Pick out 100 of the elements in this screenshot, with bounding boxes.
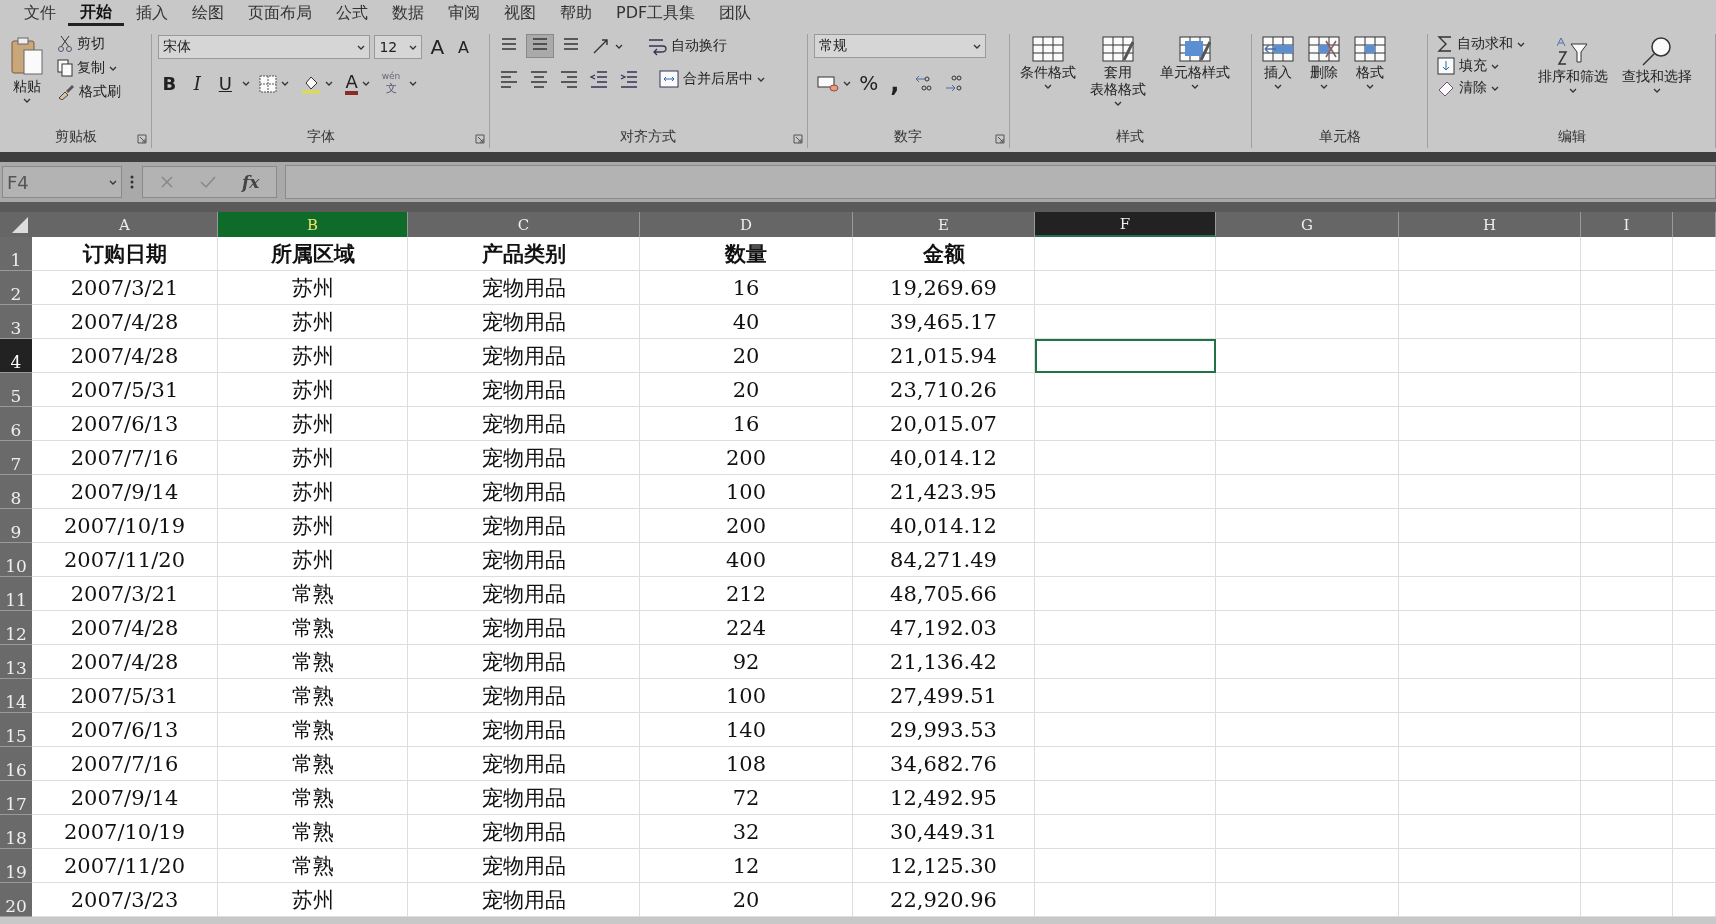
empty-cell[interactable] xyxy=(1673,271,1716,305)
empty-cell[interactable] xyxy=(1673,679,1716,713)
empty-cell[interactable] xyxy=(1673,407,1716,441)
empty-cell[interactable] xyxy=(1035,577,1216,611)
underline-button[interactable]: U xyxy=(214,72,237,95)
empty-cell[interactable] xyxy=(1216,543,1399,577)
empty-cell[interactable] xyxy=(1399,781,1581,815)
font-size-dropdown[interactable]: 12 xyxy=(374,35,423,59)
empty-cell[interactable] xyxy=(1673,543,1716,577)
empty-cell[interactable] xyxy=(1399,679,1581,713)
merge-center-button[interactable]: 合并后居中 xyxy=(656,68,768,90)
menu-tab[interactable]: 页面布局 xyxy=(236,0,324,26)
row-header[interactable]: 1 xyxy=(0,237,32,271)
empty-cell[interactable] xyxy=(1035,883,1216,917)
empty-cell[interactable] xyxy=(1673,509,1716,543)
empty-cell[interactable] xyxy=(1399,407,1581,441)
empty-cell[interactable] xyxy=(1581,407,1673,441)
column-header[interactable] xyxy=(1673,212,1716,237)
empty-cell[interactable] xyxy=(1216,849,1399,883)
font-color-button[interactable]: A xyxy=(342,71,373,96)
empty-cell[interactable] xyxy=(1216,713,1399,747)
empty-cell[interactable] xyxy=(1399,271,1581,305)
selected-cell[interactable] xyxy=(1035,339,1216,373)
empty-cell[interactable] xyxy=(1581,611,1673,645)
empty-cell[interactable] xyxy=(1035,543,1216,577)
empty-cell[interactable] xyxy=(1216,815,1399,849)
empty-cell[interactable] xyxy=(1581,849,1673,883)
row-header[interactable]: 4 xyxy=(0,339,32,373)
row-header[interactable]: 5 xyxy=(0,373,32,407)
menu-tab[interactable]: 绘图 xyxy=(180,0,236,26)
empty-cell[interactable] xyxy=(1035,407,1216,441)
empty-cell[interactable] xyxy=(1673,883,1716,917)
empty-cell[interactable] xyxy=(1216,407,1399,441)
autosum-button[interactable]: 自动求和 xyxy=(1434,34,1529,54)
empty-cell[interactable] xyxy=(1399,339,1581,373)
empty-cell[interactable] xyxy=(1399,645,1581,679)
empty-cell[interactable] xyxy=(1581,509,1673,543)
menu-tab[interactable]: 开始 xyxy=(68,0,124,26)
empty-cell[interactable] xyxy=(1035,645,1216,679)
empty-cell[interactable] xyxy=(1399,237,1581,271)
empty-cell[interactable] xyxy=(1399,543,1581,577)
menu-tab[interactable]: 数据 xyxy=(380,0,436,26)
empty-cell[interactable] xyxy=(1581,543,1673,577)
phonetic-guide-button[interactable]: wén 文 xyxy=(378,70,404,97)
empty-cell[interactable] xyxy=(1216,339,1399,373)
empty-cell[interactable] xyxy=(1581,645,1673,679)
column-header[interactable]: F xyxy=(1035,212,1216,237)
empty-cell[interactable] xyxy=(1216,611,1399,645)
empty-cell[interactable] xyxy=(1216,781,1399,815)
empty-cell[interactable] xyxy=(1035,713,1216,747)
empty-cell[interactable] xyxy=(1673,747,1716,781)
clear-button[interactable]: 清除 xyxy=(1434,78,1529,98)
menu-tab[interactable]: 帮助 xyxy=(548,0,604,26)
empty-cell[interactable] xyxy=(1035,373,1216,407)
empty-cell[interactable] xyxy=(1673,611,1716,645)
conditional-format-button[interactable]: 条件格式 xyxy=(1015,34,1080,128)
empty-cell[interactable] xyxy=(1035,441,1216,475)
row-header[interactable]: 17 xyxy=(0,781,32,815)
row-header[interactable]: 7 xyxy=(0,441,32,475)
empty-cell[interactable] xyxy=(1399,849,1581,883)
empty-cell[interactable] xyxy=(1673,373,1716,407)
row-header[interactable]: 9 xyxy=(0,509,32,543)
cut-button[interactable]: 剪切 xyxy=(54,34,124,54)
column-header[interactable]: A xyxy=(32,212,218,237)
empty-cell[interactable] xyxy=(1035,611,1216,645)
empty-cell[interactable] xyxy=(1581,475,1673,509)
empty-cell[interactable] xyxy=(1035,849,1216,883)
empty-cell[interactable] xyxy=(1581,373,1673,407)
empty-cell[interactable] xyxy=(1216,373,1399,407)
insert-function-button[interactable]: fx xyxy=(239,171,263,193)
row-header[interactable]: 6 xyxy=(0,407,32,441)
wrap-text-button[interactable]: 自动换行 xyxy=(644,35,730,57)
row-header[interactable]: 3 xyxy=(0,305,32,339)
row-header[interactable]: 11 xyxy=(0,577,32,611)
empty-cell[interactable] xyxy=(1399,577,1581,611)
empty-cell[interactable] xyxy=(1581,781,1673,815)
empty-cell[interactable] xyxy=(1216,475,1399,509)
italic-button[interactable]: I xyxy=(186,72,209,95)
delete-cells-button[interactable]: 删除 xyxy=(1303,34,1344,128)
empty-cell[interactable] xyxy=(1581,271,1673,305)
shrink-font-button[interactable]: A xyxy=(452,36,475,58)
enter-button[interactable] xyxy=(197,174,219,190)
menu-tab[interactable]: 插入 xyxy=(124,0,180,26)
number-format-dropdown[interactable]: 常规 xyxy=(813,34,986,58)
empty-cell[interactable] xyxy=(1399,815,1581,849)
menu-tab[interactable]: 文件 xyxy=(12,0,68,26)
grow-font-button[interactable]: A xyxy=(426,34,449,60)
empty-cell[interactable] xyxy=(1581,679,1673,713)
empty-cell[interactable] xyxy=(1216,305,1399,339)
row-header[interactable]: 13 xyxy=(0,645,32,679)
menu-tab[interactable]: 团队 xyxy=(707,0,764,26)
menu-tab[interactable]: 审阅 xyxy=(436,0,492,26)
row-header[interactable]: 18 xyxy=(0,815,32,849)
empty-cell[interactable] xyxy=(1673,577,1716,611)
row-header[interactable]: 20 xyxy=(0,883,32,917)
empty-cell[interactable] xyxy=(1581,339,1673,373)
column-header[interactable]: H xyxy=(1399,212,1581,237)
row-header[interactable]: 8 xyxy=(0,475,32,509)
empty-cell[interactable] xyxy=(1216,441,1399,475)
menu-tab[interactable]: 公式 xyxy=(324,0,380,26)
